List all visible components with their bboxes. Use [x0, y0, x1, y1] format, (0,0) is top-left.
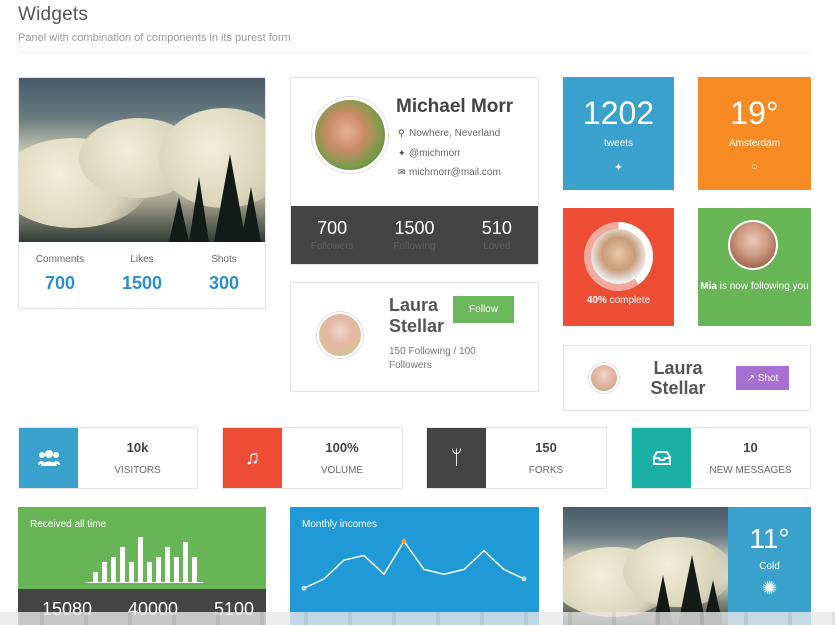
avatar[interactable]: [589, 363, 619, 393]
bar: [165, 547, 170, 582]
bar: [111, 557, 116, 582]
likes-stat: Likes 1500: [121, 254, 163, 293]
bar: [138, 537, 143, 582]
avatar[interactable]: [317, 312, 363, 358]
page-subtitle: Panel with combination of components in …: [18, 32, 291, 44]
envelope-icon: ✉: [398, 167, 406, 177]
profile-location: ⚲ Nowhere, Neverland: [398, 128, 501, 139]
header-divider: [18, 52, 813, 53]
bar: [129, 562, 134, 582]
weather-temp: 19°: [730, 95, 779, 131]
profile-card: Michael Morr ⚲ Nowhere, Neverland ✦ @michm…: [290, 77, 539, 265]
tweets-label: tweets: [604, 138, 633, 149]
progress-ring: [584, 222, 653, 291]
users-icon: [19, 428, 78, 488]
inbox-icon: [632, 428, 691, 488]
map-pin-icon: ⚲: [398, 128, 405, 138]
weather-panel[interactable]: 11° Cold ✺: [728, 507, 811, 625]
progress-caption: 40% complete: [586, 295, 651, 306]
sun-icon: ✺: [761, 578, 778, 598]
visitors-stat-box[interactable]: 10k VISITORS: [18, 427, 198, 489]
volume-stat-box[interactable]: ♫ 100% VOLUME: [222, 427, 403, 489]
page-title: Widgets: [18, 4, 89, 25]
bar: [174, 557, 179, 582]
avatar: [591, 229, 646, 284]
shots-stat: Shots 300: [208, 254, 240, 293]
received-chart-card: Received all time 15080 40000 5100: [18, 507, 266, 625]
weather-tile[interactable]: 19° Amsterdam ○: [698, 77, 811, 190]
bar: [147, 562, 152, 582]
line-point: [521, 576, 527, 582]
forks-stat-box[interactable]: ᛘ 150 FORKS: [426, 427, 607, 489]
line-point: [401, 538, 407, 544]
profile-stats-bar: 700 Followers 1500 Following 510 Loved: [291, 206, 538, 264]
monthly-chart-card: Monthly incomes: [290, 507, 539, 625]
avatar[interactable]: [312, 97, 388, 173]
follow-card-subtitle: 150 Following / 100 Followers: [389, 346, 476, 371]
comments-stat: Comments 700: [35, 254, 85, 293]
line-point: [301, 585, 307, 591]
progress-tile: 40% complete: [563, 208, 674, 326]
twitter-icon: ✦: [613, 162, 624, 174]
follow-card-name[interactable]: Laura Stellar: [389, 295, 459, 337]
bar: [102, 562, 107, 582]
photo-stats-card: Comments 700 Likes 1500 Shots 300: [18, 77, 266, 309]
profile-twitter[interactable]: ✦ @michmorr: [398, 148, 461, 159]
following-stat[interactable]: 1500 Following: [373, 206, 455, 264]
page-header: Widgets Panel with combination of compon…: [18, 4, 813, 44]
landscape-photo: [19, 78, 265, 242]
bar: [93, 572, 98, 582]
weather-condition: Cold: [759, 561, 780, 572]
income-line: [303, 540, 525, 589]
sun-icon: ○: [751, 161, 758, 173]
music-icon: ♫: [223, 428, 282, 488]
avatar: [728, 220, 778, 270]
shot-button[interactable]: ↗ Shot: [736, 366, 789, 390]
profile-name[interactable]: Michael Morr: [396, 96, 513, 118]
bar: [156, 557, 161, 582]
notification-tile[interactable]: Mia is now following you: [698, 208, 811, 326]
weather-temp: 11°: [749, 523, 790, 554]
weather-city: Amsterdam: [728, 138, 781, 149]
notification-text: Mia is now following you: [700, 281, 809, 292]
followers-stat[interactable]: 700 Followers: [291, 206, 373, 264]
follow-button[interactable]: Follow: [453, 296, 514, 323]
profile-email[interactable]: ✉ michmorr@mail.com: [398, 167, 501, 178]
received-bar-chart: [86, 537, 203, 583]
tweets-count: 1202: [582, 95, 655, 131]
bar: [192, 557, 197, 582]
bar: [183, 542, 188, 582]
bar: [120, 547, 125, 582]
tweets-tile[interactable]: 1202 tweets ✦: [563, 77, 674, 190]
photo-weather-card: 11° Cold ✺: [563, 507, 811, 625]
loved-stat[interactable]: 510 Loved: [456, 206, 538, 264]
shot-card: Laura Stellar ↗ Shot: [563, 345, 811, 411]
twitter-icon: ✦: [398, 148, 406, 158]
monthly-line-chart: [301, 538, 527, 591]
share-icon: ↗: [746, 372, 756, 384]
follow-card: Laura Stellar Follow 150 Following / 100…: [290, 282, 539, 392]
fork-icon: ᛘ: [427, 428, 486, 488]
shot-card-name[interactable]: Laura Stellar: [646, 358, 710, 398]
page-bottom-strip: [0, 612, 835, 625]
messages-stat-box[interactable]: 10 NEW MESSAGES: [631, 427, 811, 489]
